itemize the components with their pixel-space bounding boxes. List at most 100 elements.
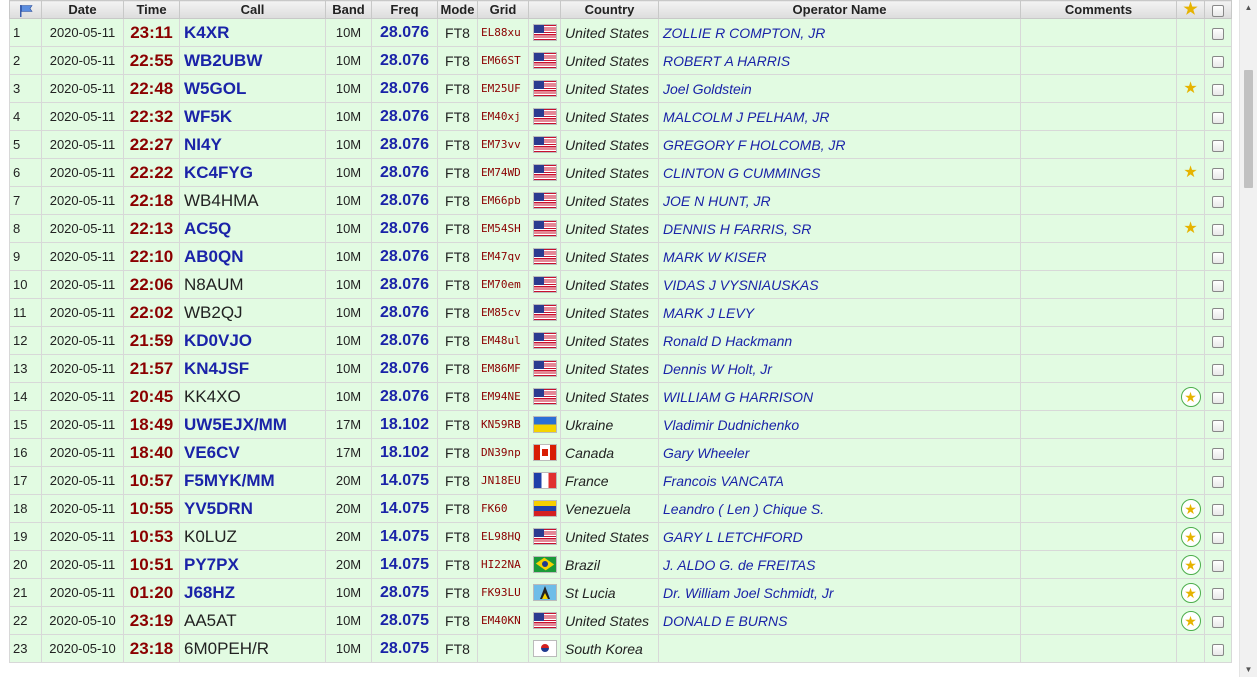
header-country[interactable]: Country [560,0,659,19]
row-select-cell[interactable] [1204,354,1232,383]
operator-name[interactable]: Vladimir Dudnichenko [658,410,1021,439]
table-row[interactable]: 23 2020-05-10 23:18 6M0PEH/R 10M 28.075 FT8 Sou… [9,634,1232,663]
operator-name[interactable]: Dr. William Joel Schmidt, Jr [658,578,1021,607]
row-checkbox[interactable] [1212,335,1224,348]
callsign-cell[interactable]: J68HZ [179,578,326,607]
row-checkbox[interactable] [1212,587,1224,600]
callsign[interactable]: WB4HMA [184,191,259,210]
table-row[interactable]: 16 2020-05-11 18:40 VE6CV 17M 18.102 FT8 DN39np… [9,438,1232,467]
callsign[interactable]: W5GOL [184,79,246,98]
star-circle-icon[interactable]: ★ [1180,554,1201,575]
operator-name[interactable]: Francois VANCATA [658,466,1021,495]
operator-name[interactable] [658,634,1021,663]
header-comments[interactable]: Comments [1020,0,1177,19]
star-cell[interactable] [1176,354,1205,383]
star-cell[interactable] [1176,130,1205,159]
callsign[interactable]: 6M0PEH/R [184,639,269,658]
star-cell[interactable]: ★ [1176,606,1205,635]
callsign[interactable]: J68HZ [184,583,235,602]
row-checkbox[interactable] [1212,223,1224,236]
row-select-cell[interactable] [1204,18,1232,47]
star-cell[interactable] [1176,270,1205,299]
row-select-cell[interactable] [1204,410,1232,439]
operator-name[interactable]: VIDAS J VYSNIAUSKAS [658,270,1021,299]
callsign[interactable]: VE6CV [184,443,240,462]
star-cell[interactable] [1176,18,1205,47]
callsign-cell[interactable]: WF5K [179,102,326,131]
row-select-cell[interactable] [1204,298,1232,327]
callsign-cell[interactable]: KC4FYG [179,158,326,187]
callsign[interactable]: KN4JSF [184,359,249,378]
star-cell[interactable] [1176,410,1205,439]
operator-name[interactable]: ZOLLIE R COMPTON, JR [658,18,1021,47]
callsign-cell[interactable]: 6M0PEH/R [179,634,326,663]
row-select-cell[interactable] [1204,214,1232,243]
callsign-cell[interactable]: NI4Y [179,130,326,159]
table-row[interactable]: 9 2020-05-11 22:10 AB0QN 10M 28.076 FT8 EM47qv U… [9,242,1232,271]
star-cell[interactable] [1176,466,1205,495]
star-icon[interactable]: ★ [1183,81,1197,97]
row-checkbox[interactable] [1212,195,1224,208]
callsign-cell[interactable]: PY7PX [179,550,326,579]
row-select-cell[interactable] [1204,326,1232,355]
row-select-cell[interactable] [1204,186,1232,215]
table-row[interactable]: 4 2020-05-11 22:32 WF5K 10M 28.076 FT8 EM40xj Un… [9,102,1232,131]
callsign[interactable]: NI4Y [184,135,222,154]
table-row[interactable]: 3 2020-05-11 22:48 W5GOL 10M 28.076 FT8 EM25UF U… [9,74,1232,103]
star-cell[interactable] [1176,46,1205,75]
row-checkbox[interactable] [1212,27,1224,40]
callsign-cell[interactable]: AA5AT [179,606,326,635]
star-cell[interactable]: ★ [1176,522,1205,551]
header-time[interactable]: Time [123,0,180,19]
callsign-cell[interactable]: K0LUZ [179,522,326,551]
callsign[interactable]: AA5AT [184,611,237,630]
star-cell[interactable] [1176,298,1205,327]
operator-name[interactable]: MARK W KISER [658,242,1021,271]
table-row[interactable]: 2 2020-05-11 22:55 WB2UBW 10M 28.076 FT8 EM66ST… [9,46,1232,75]
row-checkbox[interactable] [1212,391,1224,404]
row-select-cell[interactable] [1204,578,1232,607]
operator-name[interactable]: GARY L LETCHFORD [658,522,1021,551]
star-cell[interactable] [1176,242,1205,271]
callsign[interactable]: UW5EJX/MM [184,415,287,434]
star-cell[interactable]: ★ [1176,158,1205,187]
star-cell[interactable] [1176,634,1205,663]
star-circle-icon[interactable]: ★ [1180,582,1201,603]
star-cell[interactable]: ★ [1176,550,1205,579]
header-freq[interactable]: Freq [371,0,438,19]
scroll-thumb[interactable] [1244,70,1253,188]
row-select-cell[interactable] [1204,74,1232,103]
table-row[interactable]: 11 2020-05-11 22:02 WB2QJ 10M 28.076 FT8 EM85cv… [9,298,1232,327]
operator-name[interactable]: Gary Wheeler [658,438,1021,467]
row-select-cell[interactable] [1204,550,1232,579]
header-grid[interactable]: Grid [477,0,529,19]
row-select-cell[interactable] [1204,242,1232,271]
callsign-cell[interactable]: W5GOL [179,74,326,103]
callsign-cell[interactable]: KD0VJO [179,326,326,355]
star-circle-icon[interactable]: ★ [1180,526,1201,547]
callsign[interactable]: WF5K [184,107,232,126]
callsign-cell[interactable]: WB2QJ [179,298,326,327]
row-checkbox[interactable] [1212,643,1224,656]
row-checkbox[interactable] [1212,111,1224,124]
scroll-down-arrow-icon[interactable]: ▼ [1240,662,1257,677]
callsign[interactable]: AB0QN [184,247,244,266]
star-circle-icon[interactable]: ★ [1180,498,1201,519]
row-checkbox[interactable] [1212,447,1224,460]
callsign-cell[interactable]: K4XR [179,18,326,47]
operator-name[interactable]: MARK J LEVY [658,298,1021,327]
star-cell[interactable]: ★ [1176,214,1205,243]
row-select-cell[interactable] [1204,382,1232,411]
callsign-cell[interactable]: AB0QN [179,242,326,271]
table-row[interactable]: 15 2020-05-11 18:49 UW5EJX/MM 17M 18.102 FT8 KN… [9,410,1232,439]
table-row[interactable]: 5 2020-05-11 22:27 NI4Y 10M 28.076 FT8 EM73vv Un… [9,130,1232,159]
row-checkbox[interactable] [1212,139,1224,152]
row-checkbox[interactable] [1212,363,1224,376]
header-band[interactable]: Band [325,0,372,19]
row-checkbox[interactable] [1212,615,1224,628]
row-select-cell[interactable] [1204,494,1232,523]
vertical-scrollbar[interactable]: ▲ ▼ [1239,0,1257,677]
operator-name[interactable]: MALCOLM J PELHAM, JR [658,102,1021,131]
operator-name[interactable]: CLINTON G CUMMINGS [658,158,1021,187]
table-row[interactable]: 20 2020-05-11 10:51 PY7PX 20M 14.075 FT8 HI22NA… [9,550,1232,579]
